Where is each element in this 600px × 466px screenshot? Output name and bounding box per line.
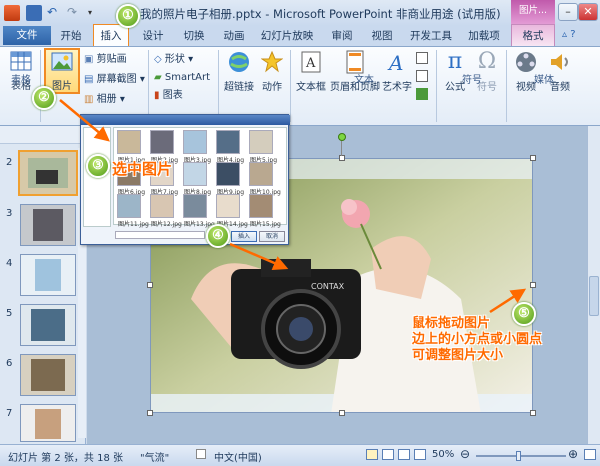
callout-arrows bbox=[59, 99, 527, 314]
zoom-level[interactable]: 50% bbox=[432, 449, 454, 460]
theme-name: "气流" bbox=[140, 453, 170, 464]
zoom-slider[interactable] bbox=[476, 455, 566, 457]
arrow-to-handle bbox=[489, 288, 527, 314]
zoom-out-icon[interactable]: ⊖ bbox=[460, 447, 470, 461]
slide-sorter-icon[interactable] bbox=[382, 449, 394, 460]
fit-window-icon[interactable] bbox=[584, 449, 596, 460]
spellcheck-icon[interactable] bbox=[196, 449, 206, 459]
reading-view-icon[interactable] bbox=[398, 449, 410, 460]
arrow-to-dialog bbox=[59, 99, 110, 142]
slide-count: 幻灯片 第 2 张，共 18 张 bbox=[8, 453, 123, 464]
slideshow-icon[interactable] bbox=[414, 449, 426, 460]
arrow-to-insert bbox=[229, 242, 289, 270]
zoom-in-icon[interactable]: ⊕ bbox=[568, 447, 578, 461]
language[interactable]: 中文(中国) bbox=[214, 449, 262, 464]
zoom-slider-thumb[interactable] bbox=[516, 451, 521, 461]
status-bar: 幻灯片 第 2 张，共 18 张 "气流" 中文(中国) 50% ⊖ ⊕ bbox=[0, 444, 600, 466]
normal-view-icon[interactable] bbox=[366, 449, 378, 460]
